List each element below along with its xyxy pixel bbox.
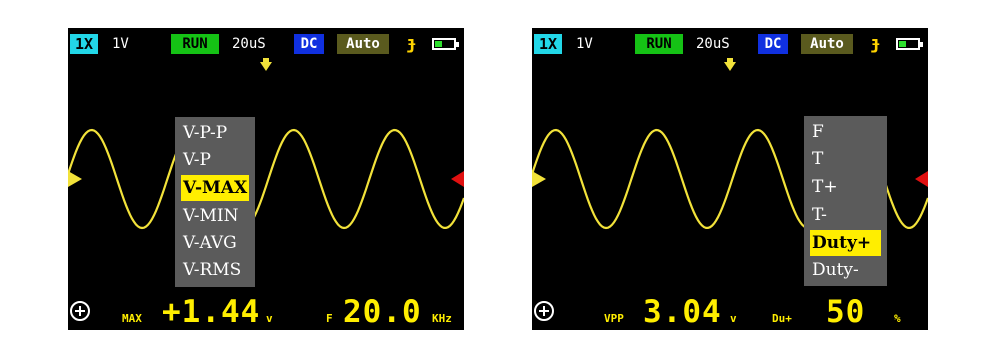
- measure2-unit: KHz: [432, 312, 452, 325]
- oscilloscope-screen-right: 1X 1V RUN 20uS DC Auto ɟ F T T+ T- Duty+…: [532, 28, 928, 330]
- measure1-unit: v: [266, 312, 273, 325]
- menu-item-vpp[interactable]: V-P-P: [175, 120, 255, 146]
- trigger-edge-icon[interactable]: ɟ: [870, 34, 881, 54]
- trigger-level-marker-icon: [451, 171, 464, 187]
- signal-trace: [68, 128, 464, 230]
- menu-item-vrms[interactable]: V-RMS: [175, 257, 255, 283]
- plus-circle-icon[interactable]: [70, 301, 90, 321]
- menu-item-vmax[interactable]: V-MAX: [181, 175, 249, 201]
- measure-menu: F T T+ T- Duty+ Duty-: [804, 116, 887, 286]
- measure1-label: VPP: [604, 312, 624, 325]
- measure2-label: F: [326, 312, 333, 325]
- measure-menu: V-P-P V-P V-MAX V-MIN V-AVG V-RMS: [175, 117, 255, 287]
- battery-icon: [896, 38, 923, 50]
- probe-badge[interactable]: 1X: [534, 34, 563, 54]
- run-status[interactable]: RUN: [171, 34, 219, 54]
- menu-item-duty-plus[interactable]: Duty+: [810, 230, 881, 256]
- plus-circle-icon[interactable]: [534, 301, 554, 321]
- measurement-bar: MAX +1.44 v F 20.0 KHz: [68, 294, 464, 330]
- trigger-position-marker-icon: [260, 58, 272, 71]
- menu-item-t[interactable]: T: [804, 146, 887, 172]
- measure2-value: 50: [826, 294, 866, 330]
- menu-item-duty-minus[interactable]: Duty-: [804, 257, 887, 283]
- trigger-mode[interactable]: Auto: [801, 34, 853, 54]
- measurement-bar: VPP 3.04 v Du+ 50 %: [532, 294, 928, 330]
- measure2-label: Du+: [772, 312, 792, 325]
- trigger-level-marker-icon: [915, 171, 928, 187]
- timebase[interactable]: 20uS: [232, 34, 266, 54]
- menu-item-vp[interactable]: V-P: [175, 147, 255, 173]
- trigger-mode[interactable]: Auto: [337, 34, 389, 54]
- measure1-value: 3.04: [643, 294, 722, 330]
- coupling-badge[interactable]: DC: [758, 34, 788, 54]
- measure1-value: +1.44: [162, 294, 261, 330]
- trigger-edge-icon[interactable]: ɟ: [406, 34, 417, 54]
- waveform-trace: [68, 128, 464, 230]
- volts-per-div[interactable]: 1V: [112, 34, 129, 54]
- coupling-badge[interactable]: DC: [294, 34, 324, 54]
- measure2-value: 20.0: [343, 294, 422, 330]
- battery-icon: [432, 38, 459, 50]
- measure1-label: MAX: [122, 312, 142, 325]
- oscilloscope-screen-left: 1X 1V RUN 20uS DC Auto ɟ V-P-P V-P V-MAX…: [68, 28, 464, 330]
- status-bar: 1X 1V RUN 20uS DC Auto ɟ: [68, 28, 464, 60]
- menu-item-vavg[interactable]: V-AVG: [175, 230, 255, 256]
- timebase[interactable]: 20uS: [696, 34, 730, 54]
- menu-item-t-plus[interactable]: T+: [804, 174, 887, 200]
- volts-per-div[interactable]: 1V: [576, 34, 593, 54]
- channel-marker-icon: [68, 171, 82, 187]
- run-status[interactable]: RUN: [635, 34, 683, 54]
- status-bar: 1X 1V RUN 20uS DC Auto ɟ: [532, 28, 928, 60]
- measure2-unit: %: [894, 312, 901, 325]
- probe-badge[interactable]: 1X: [70, 34, 99, 54]
- channel-marker-icon: [532, 171, 546, 187]
- measure1-unit: v: [730, 312, 737, 325]
- menu-item-f[interactable]: F: [804, 119, 887, 145]
- trigger-position-marker-icon: [724, 58, 736, 71]
- menu-item-t-minus[interactable]: T-: [804, 202, 887, 228]
- menu-item-vmin[interactable]: V-MIN: [175, 203, 255, 229]
